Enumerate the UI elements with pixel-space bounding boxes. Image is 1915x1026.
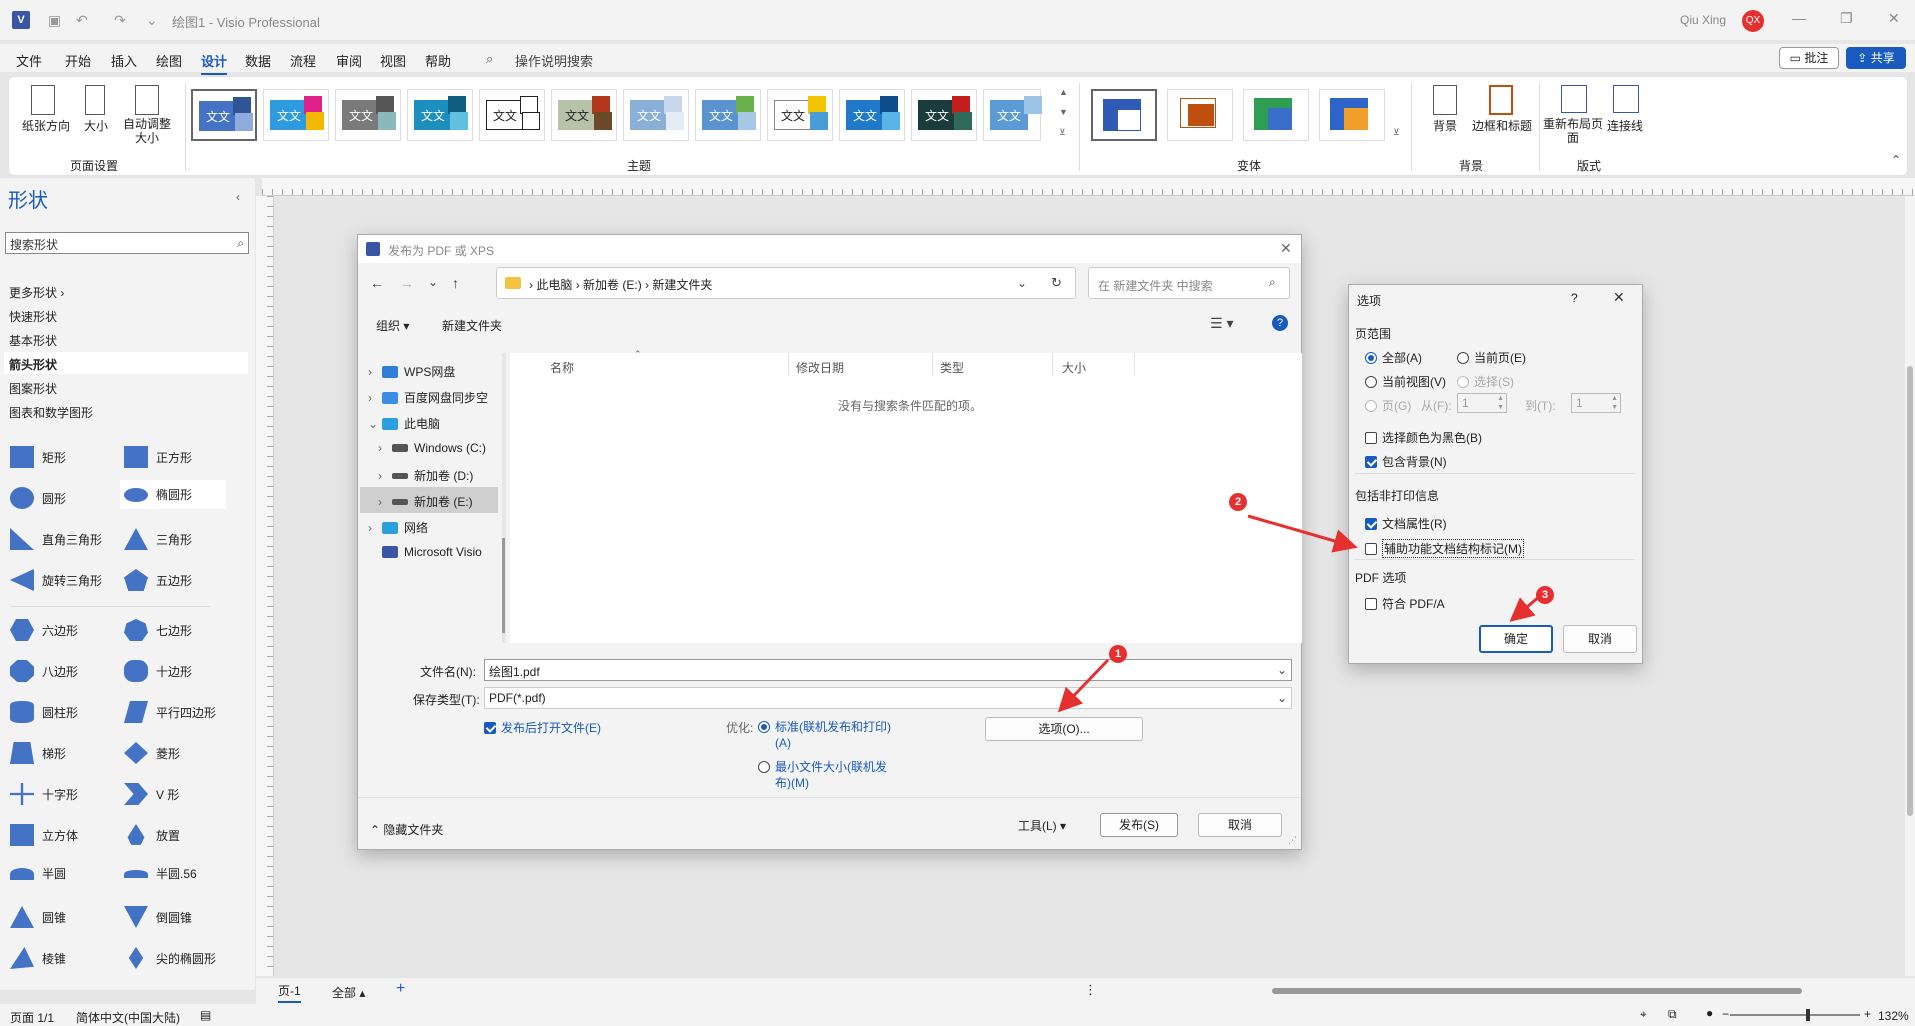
zoom-thumb[interactable]	[1806, 1009, 1810, 1021]
horizontal-scrollbar[interactable]	[1102, 988, 1902, 994]
annotation-arrows	[1057, 514, 1541, 713]
page-tab-bar: 页-1 全部 ▴ + ⋮	[256, 978, 1915, 1004]
arrow-1	[1057, 658, 1110, 713]
page-count[interactable]: 页面 1/1	[10, 1009, 54, 1026]
marker-3: 3	[1536, 586, 1554, 604]
marker-2: 2	[1229, 493, 1247, 511]
macro-icon[interactable]: ▤	[200, 1008, 211, 1022]
marker-1: 1	[1109, 645, 1127, 663]
status-bar: 页面 1/1 简体中文(中国大陆) ▤ ⌖ ⧉ ● − + 132%	[0, 1004, 1915, 1026]
language[interactable]: 简体中文(中国大陆)	[76, 1009, 180, 1026]
zoom-level[interactable]: 132%	[1878, 1009, 1909, 1023]
switch-windows-icon[interactable]: ⧉	[1668, 1007, 1677, 1022]
scroll-thumb[interactable]	[1272, 988, 1802, 994]
zoom-out-icon[interactable]: −	[1722, 1007, 1729, 1021]
fit-page-icon[interactable]: ⌖	[1640, 1007, 1647, 1022]
page-tab-1[interactable]: 页-1	[278, 982, 301, 1003]
add-page-icon[interactable]: +	[396, 980, 405, 998]
presentation-icon[interactable]: ●	[1706, 1006, 1713, 1020]
more-options-icon[interactable]: ⋮	[1084, 982, 1097, 998]
zoom-slider[interactable]	[1730, 1009, 1860, 1021]
zoom-in-icon[interactable]: +	[1864, 1007, 1871, 1021]
arrow-2	[1247, 514, 1358, 553]
all-pages-tab[interactable]: 全部 ▴	[332, 984, 365, 1001]
